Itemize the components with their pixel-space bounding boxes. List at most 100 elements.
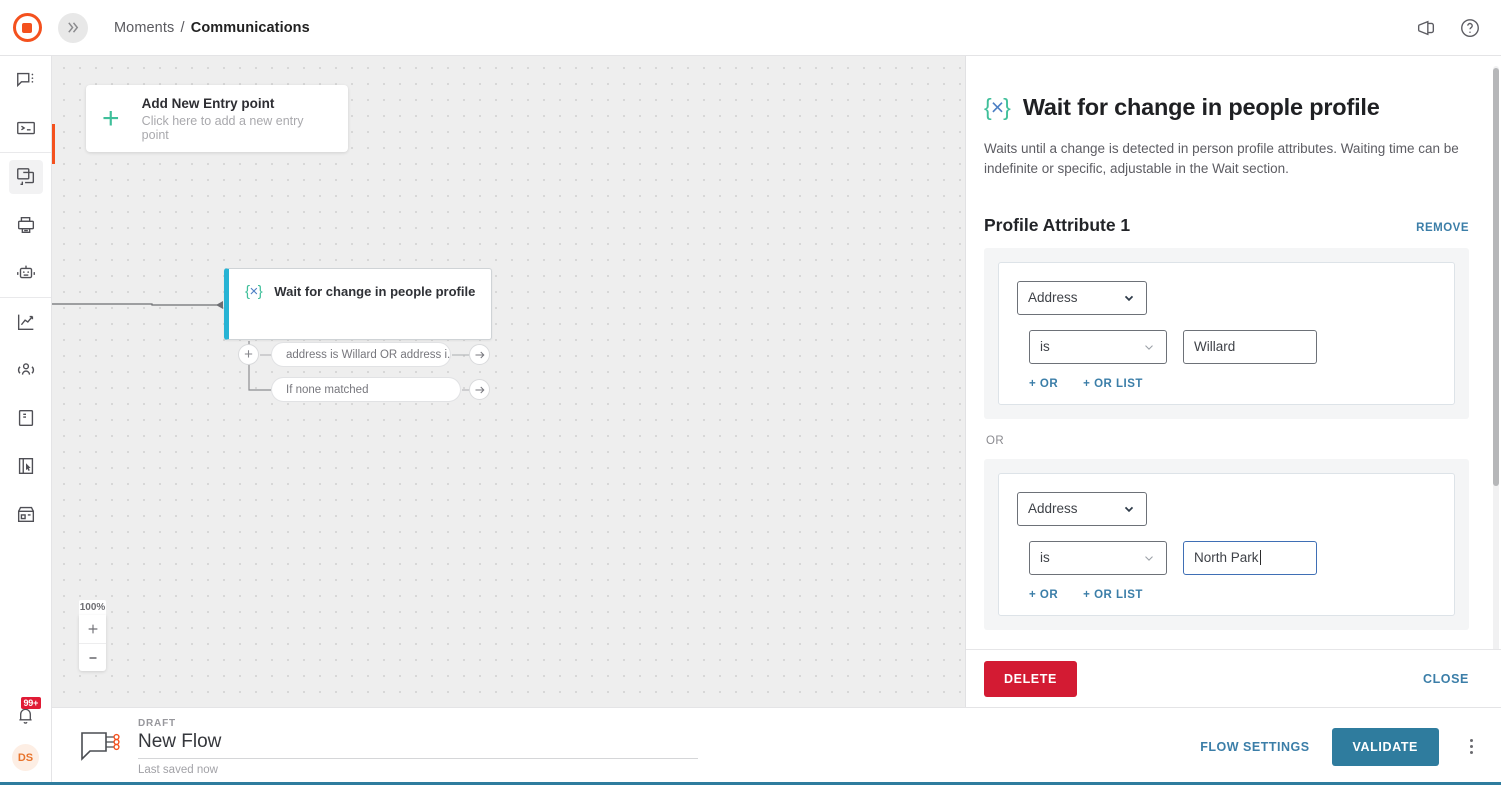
branch-pill-none-matched[interactable]: If none matched bbox=[271, 377, 461, 402]
book-icon bbox=[15, 407, 37, 429]
remove-attribute-button[interactable]: REMOVE bbox=[1416, 222, 1469, 234]
flow-node-wait-for-profile-change[interactable]: {×} Wait for change in people profile bbox=[224, 268, 492, 340]
sidebar-item-broadcasts[interactable] bbox=[9, 208, 43, 242]
value-input-2[interactable]: North Park bbox=[1183, 541, 1317, 575]
flow-chat-node-icon bbox=[78, 727, 124, 767]
condition-card-2: Address is North Park + OR bbox=[998, 473, 1455, 616]
operator-select-1[interactable]: is bbox=[1029, 330, 1167, 364]
nav-bottom-group: 99+ DS bbox=[9, 698, 43, 785]
expand-nav-button[interactable] bbox=[58, 13, 88, 43]
add-or-list-button-2[interactable]: + OR LIST bbox=[1083, 589, 1143, 601]
add-branch-button[interactable]: + bbox=[238, 344, 259, 365]
section-title: Profile Attribute 1 bbox=[984, 215, 1130, 236]
flow-node-title: Wait for change in people profile bbox=[274, 284, 475, 301]
sidebar-item-widgets[interactable] bbox=[9, 449, 43, 483]
minus-icon bbox=[86, 651, 100, 665]
flow-settings-button[interactable]: FLOW SETTINGS bbox=[1200, 740, 1309, 754]
user-avatar[interactable]: DS bbox=[12, 744, 39, 771]
plus-icon bbox=[86, 622, 100, 636]
operator-select-2-value: is bbox=[1040, 550, 1050, 565]
plus-icon: + bbox=[102, 104, 132, 134]
branch-next-button-condition[interactable] bbox=[469, 344, 490, 365]
validate-button[interactable]: VALIDATE bbox=[1332, 728, 1439, 766]
zoom-out-button[interactable] bbox=[79, 643, 106, 671]
sidebar-item-terminal[interactable] bbox=[9, 111, 43, 145]
kebab-menu-icon[interactable] bbox=[1461, 733, 1481, 761]
close-button[interactable]: CLOSE bbox=[1423, 672, 1469, 686]
delete-button[interactable]: DELETE bbox=[984, 661, 1077, 697]
app-logo[interactable] bbox=[0, 13, 54, 42]
sidebar-item-audience[interactable] bbox=[9, 353, 43, 387]
top-bar-actions bbox=[1415, 17, 1501, 39]
branch-next-button-none-matched[interactable] bbox=[469, 379, 490, 400]
breadcrumb-root[interactable]: Moments bbox=[114, 20, 174, 36]
help-circle-icon[interactable] bbox=[1459, 17, 1481, 39]
attribute-select-2-value: Address bbox=[1028, 501, 1078, 516]
operator-select-2[interactable]: is bbox=[1029, 541, 1167, 575]
flow-name-input[interactable]: New Flow bbox=[138, 731, 698, 759]
zoom-level-label: 100% bbox=[79, 600, 106, 615]
condition-1-or-links: + OR + OR LIST bbox=[1017, 378, 1436, 390]
attribute-select-2[interactable]: Address bbox=[1017, 492, 1147, 526]
chevron-down-icon bbox=[1122, 291, 1136, 305]
add-entry-point-card[interactable]: + Add New Entry point Click here to add … bbox=[86, 85, 348, 152]
panel-footer: DELETE CLOSE bbox=[966, 649, 1501, 707]
sidebar-item-flows[interactable] bbox=[9, 160, 43, 194]
value-input-1-value: Willard bbox=[1194, 339, 1235, 354]
condition-card-1: Address is Willard + OR bbox=[998, 262, 1455, 405]
zoom-controls: 100% bbox=[79, 600, 106, 671]
zoom-in-button[interactable] bbox=[79, 615, 106, 643]
sidebar-item-bots[interactable] bbox=[9, 256, 43, 290]
branch-pill-condition[interactable]: address is Willard OR address i... bbox=[271, 342, 451, 367]
panel-scroll-area[interactable]: {×} Wait for change in people profile Wa… bbox=[966, 56, 1501, 649]
nav-group-3 bbox=[0, 297, 51, 538]
or-separator: OR bbox=[986, 435, 1469, 447]
broadcast-printer-icon bbox=[15, 214, 37, 236]
sidebar-item-knowledge-base[interactable] bbox=[9, 401, 43, 435]
operator-select-1-value: is bbox=[1040, 339, 1050, 354]
bottom-bar-actions: FLOW SETTINGS VALIDATE bbox=[1200, 728, 1481, 766]
left-nav-rail: 99+ DS bbox=[0, 56, 52, 785]
flow-canvas[interactable]: + Add New Entry point Click here to add … bbox=[52, 56, 965, 707]
chevron-down-icon bbox=[1142, 551, 1156, 565]
sidebar-item-analytics[interactable] bbox=[9, 305, 43, 339]
terminal-icon bbox=[15, 117, 37, 139]
logo-icon bbox=[13, 13, 42, 42]
breadcrumb: Moments / Communications bbox=[114, 20, 310, 36]
value-input-2-value: North Park bbox=[1194, 550, 1259, 565]
nav-group-2 bbox=[0, 152, 51, 297]
add-or-list-button-1[interactable]: + OR LIST bbox=[1083, 378, 1143, 390]
people-group-icon bbox=[15, 359, 37, 381]
value-input-1[interactable]: Willard bbox=[1183, 330, 1317, 364]
panel-description: Waits until a change is detected in pers… bbox=[984, 139, 1466, 179]
breadcrumb-separator: / bbox=[180, 20, 184, 36]
chevron-down-icon bbox=[1122, 502, 1136, 516]
chevron-down-icon bbox=[1142, 340, 1156, 354]
panel-header: {×} Wait for change in people profile bbox=[984, 94, 1469, 121]
megaphone-icon[interactable] bbox=[1415, 17, 1437, 39]
app-root: Moments / Communications bbox=[0, 0, 1501, 785]
nav-group-1 bbox=[0, 56, 51, 152]
entry-point-title: Add New Entry point bbox=[142, 96, 332, 111]
entry-point-subtitle: Click here to add a new entry point bbox=[142, 114, 332, 142]
condition-group-2: Address is North Park + OR bbox=[984, 459, 1469, 630]
add-or-button-1[interactable]: + OR bbox=[1029, 378, 1058, 390]
profile-attribute-section-header: Profile Attribute 1 REMOVE bbox=[984, 215, 1469, 236]
add-or-button-2[interactable]: + OR bbox=[1029, 589, 1058, 601]
curly-braces-x-icon: {×} bbox=[245, 283, 262, 300]
top-bar: Moments / Communications bbox=[0, 0, 1501, 56]
node-settings-panel: {×} Wait for change in people profile Wa… bbox=[965, 56, 1501, 707]
panel-scrollbar-thumb[interactable] bbox=[1493, 68, 1499, 486]
notification-badge: 99+ bbox=[21, 697, 42, 709]
attribute-select-1[interactable]: Address bbox=[1017, 281, 1147, 315]
sidebar-item-marketplace[interactable] bbox=[9, 497, 43, 531]
line-chart-icon bbox=[15, 311, 37, 333]
notifications-button[interactable]: 99+ bbox=[9, 698, 43, 732]
flows-copy-icon bbox=[15, 166, 37, 188]
panel-title: Wait for change in people profile bbox=[1023, 94, 1380, 121]
sidebar-item-conversations[interactable] bbox=[9, 63, 43, 97]
bottom-bar: DRAFT New Flow Last saved now FLOW SETTI… bbox=[52, 707, 1501, 785]
cursor-frame-icon bbox=[15, 455, 37, 477]
condition-2-or-links: + OR + OR LIST bbox=[1017, 589, 1436, 601]
attribute-select-1-value: Address bbox=[1028, 290, 1078, 305]
